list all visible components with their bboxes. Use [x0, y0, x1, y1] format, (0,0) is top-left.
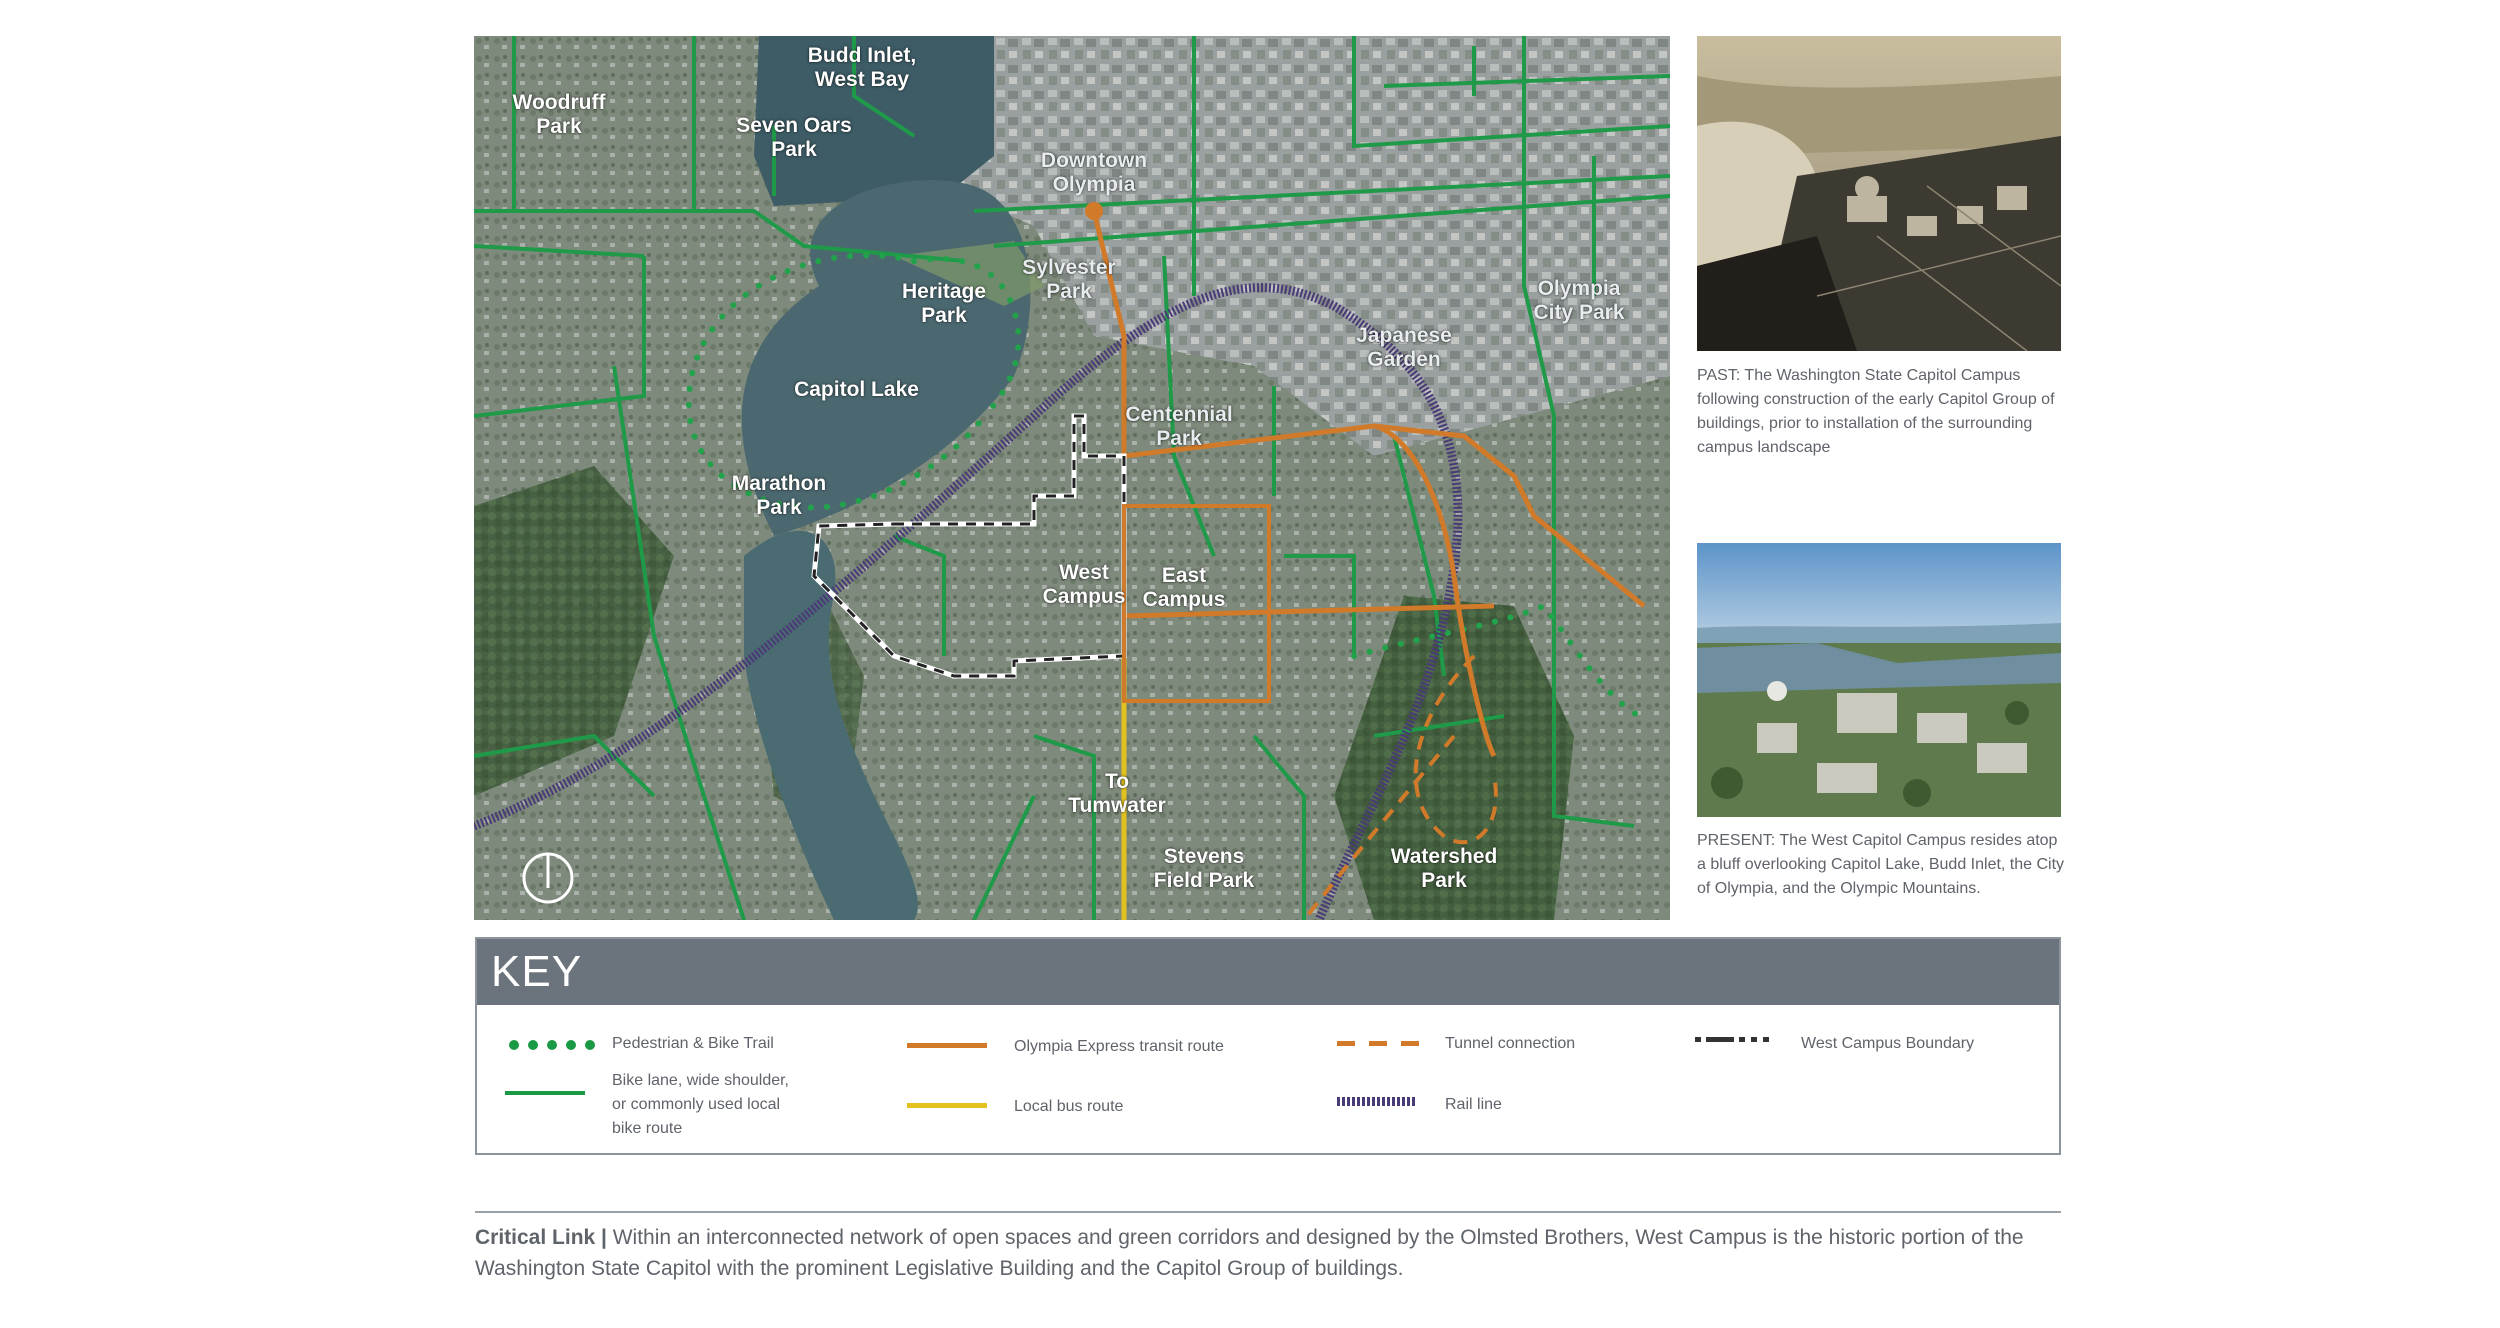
past-photo [1697, 36, 2061, 351]
bike-lane-symbol [505, 1091, 585, 1095]
caption-divider [475, 1211, 2061, 1213]
legend-local-bus-label: Local bus route [1014, 1098, 1124, 1115]
legend-title: KEY [477, 939, 2059, 1005]
label-stevens-field-park: Stevens Field Park [1153, 845, 1255, 892]
legend-tunnel-label: Tunnel connection [1445, 1035, 1576, 1052]
label-east-campus: East Campus [1142, 564, 1226, 611]
legend-trail-label: Pedestrian & Bike Trail [612, 1035, 774, 1052]
local-bus-symbol [907, 1103, 987, 1108]
label-to-tumwater: To Tumwater [1068, 770, 1166, 817]
legend-bike-lane-label: Bike lane, wide shoulder, or commonly us… [612, 1072, 789, 1137]
figure-caption: Critical Link | Within an interconnected… [475, 1222, 2061, 1284]
label-heritage-park: Heritage Park [901, 280, 987, 327]
label-capitol-lake: Capitol Lake [794, 378, 919, 401]
present-caption: PRESENT: The West Capitol Campus resides… [1697, 832, 2065, 897]
legend-express-label: Olympia Express transit route [1014, 1038, 1224, 1055]
legend-rail-label: Rail line [1445, 1096, 1502, 1113]
map: Budd Inlet, West Bay Woodruff Park Seven… [474, 36, 1670, 920]
legend-boundary-label: West Campus Boundary [1801, 1035, 1975, 1052]
express-symbol [907, 1043, 987, 1048]
downtown-transit-stop [1085, 202, 1103, 220]
present-photo [1697, 543, 2061, 817]
label-marathon-park: Marathon Park [731, 472, 827, 519]
rail-symbol [1337, 1097, 1415, 1106]
caption-text: Within an interconnected network of open… [475, 1226, 2024, 1280]
trail-symbol [509, 1040, 595, 1050]
label-sylvester-park: Sylvester Park [1022, 256, 1116, 303]
label-olympia-city-park: Olympia City Park [1533, 277, 1625, 324]
past-caption: PAST: The Washington State Capitol Campu… [1697, 367, 2055, 456]
label-seven-oars-park: Seven Oars Park [736, 114, 852, 161]
label-budd-inlet: Budd Inlet, West Bay [807, 44, 917, 91]
label-centennial-park: Centennial Park [1125, 403, 1233, 450]
legend: KEY Pedestrian & Bike Trail Bike lane, w… [475, 937, 2061, 1155]
tunnel-symbol [1337, 1041, 1419, 1046]
present-aerial-image [1697, 543, 2061, 817]
label-watershed-park: Watershed Park [1390, 845, 1498, 892]
label-japanese-garden: Japanese Garden [1356, 324, 1452, 371]
caption-lead: Critical Link | [475, 1226, 607, 1249]
past-aerial-image [1697, 36, 2061, 351]
label-downtown-olympia: Downtown Olympia [1040, 149, 1148, 196]
boundary-symbol [1695, 1037, 1769, 1042]
label-woodruff-park: Woodruff Park [512, 91, 606, 138]
